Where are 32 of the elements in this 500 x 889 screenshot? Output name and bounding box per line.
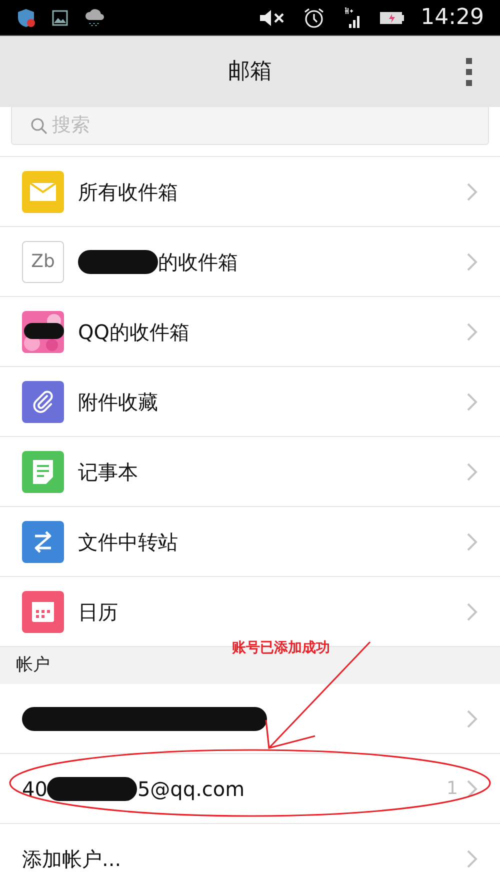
- clock-time: 14:29: [420, 4, 484, 32]
- chevron-icon: [466, 322, 478, 342]
- page-title: 邮箱: [228, 58, 272, 86]
- chevron-icon: [466, 392, 478, 412]
- mailbox-label: 文件中转站: [78, 528, 178, 556]
- section-title: 帐户: [16, 654, 50, 677]
- mailbox-label: 所有收件箱: [78, 178, 178, 206]
- mailbox-label: QQ的收件箱: [78, 318, 190, 346]
- search-icon: [30, 116, 48, 134]
- mailbox-label: 日历: [78, 598, 118, 626]
- cloud-icon: [84, 8, 106, 26]
- chevron-icon: [466, 252, 478, 272]
- image-icon: [52, 10, 68, 26]
- chevron-icon: [466, 848, 478, 868]
- mute-icon: [258, 8, 287, 28]
- account-email-end: 5@qq.com: [137, 776, 245, 802]
- chevron-icon: [466, 602, 478, 622]
- account-email-start: 40: [22, 776, 48, 802]
- shield-icon: [16, 8, 36, 28]
- chevron-icon: [466, 778, 478, 798]
- chevron-icon: [466, 532, 478, 552]
- chevron-icon: [466, 708, 478, 728]
- mailbox-label: 附件收藏: [78, 388, 158, 416]
- chevron-icon: [466, 462, 478, 482]
- initials-avatar: Zb: [22, 240, 64, 282]
- mailbox-label: 记事本: [78, 458, 138, 486]
- unread-count: 1: [446, 777, 458, 801]
- add-account-label: 添加帐户...: [22, 846, 122, 872]
- chevron-icon: [466, 182, 478, 202]
- mailbox-label: 的收件箱: [158, 248, 238, 276]
- battery-icon: [378, 10, 405, 24]
- alarm-icon: [302, 6, 325, 28]
